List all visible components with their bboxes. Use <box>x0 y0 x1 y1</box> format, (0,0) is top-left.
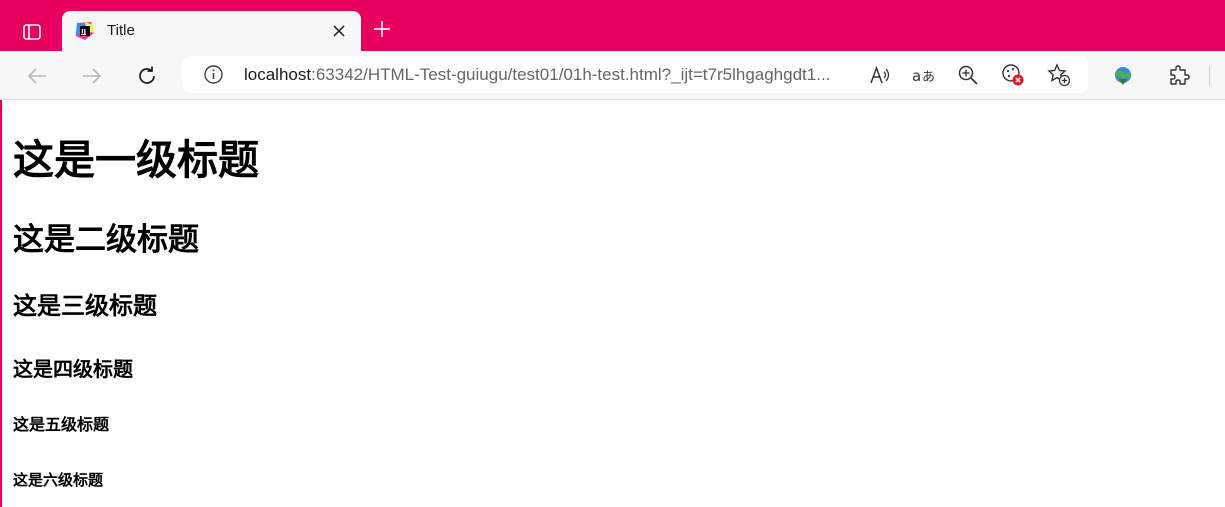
heading-level-6: 这是六级标题 <box>13 471 104 489</box>
tab-active[interactable]: IJ Title <box>62 11 361 51</box>
refresh-icon[interactable] <box>134 63 160 89</box>
heading-level-4: 这是四级标题 <box>13 357 133 381</box>
zoom-icon[interactable] <box>956 63 980 87</box>
heading-level-3: 这是三级标题 <box>13 292 157 320</box>
back-arrow-icon[interactable] <box>24 63 50 89</box>
extensions-icon[interactable] <box>1166 63 1192 89</box>
url-path: :63342/HTML-Test-guiugu/test01/01h-test.… <box>311 65 831 84</box>
forward-arrow-icon[interactable] <box>79 63 105 89</box>
url-text[interactable]: localhost:63342/HTML-Test-guiugu/test01/… <box>244 64 830 85</box>
tracking-prevention-icon[interactable] <box>1001 63 1025 87</box>
jetbrains-icon: IJ <box>75 21 95 41</box>
heading-level-2: 这是二级标题 <box>13 222 199 258</box>
url-host: localhost <box>244 65 312 84</box>
heading-level-5: 这是五级标题 <box>13 415 110 434</box>
translate-icon[interactable]: a あ <box>912 63 936 87</box>
close-icon[interactable] <box>329 21 349 41</box>
window-edge <box>0 100 2 507</box>
read-aloud-icon[interactable] <box>868 63 892 87</box>
tab-strip: IJ Title <box>0 0 1225 51</box>
plus-icon[interactable] <box>370 17 394 41</box>
heading-level-1: 这是一级标题 <box>13 136 259 184</box>
tab-actions-icon[interactable] <box>18 18 46 46</box>
svg-text:a: a <box>912 67 921 85</box>
toolbar-divider <box>1209 66 1210 86</box>
browser-toolbar: localhost:63342/HTML-Test-guiugu/test01/… <box>0 51 1225 100</box>
add-favorite-icon[interactable] <box>1047 63 1071 87</box>
tab-title: Title <box>107 22 135 39</box>
address-bar[interactable]: localhost:63342/HTML-Test-guiugu/test01/… <box>182 56 1088 93</box>
idm-extension-icon[interactable] <box>1110 63 1136 89</box>
info-icon[interactable] <box>203 64 224 85</box>
svg-text:あ: あ <box>922 70 935 85</box>
